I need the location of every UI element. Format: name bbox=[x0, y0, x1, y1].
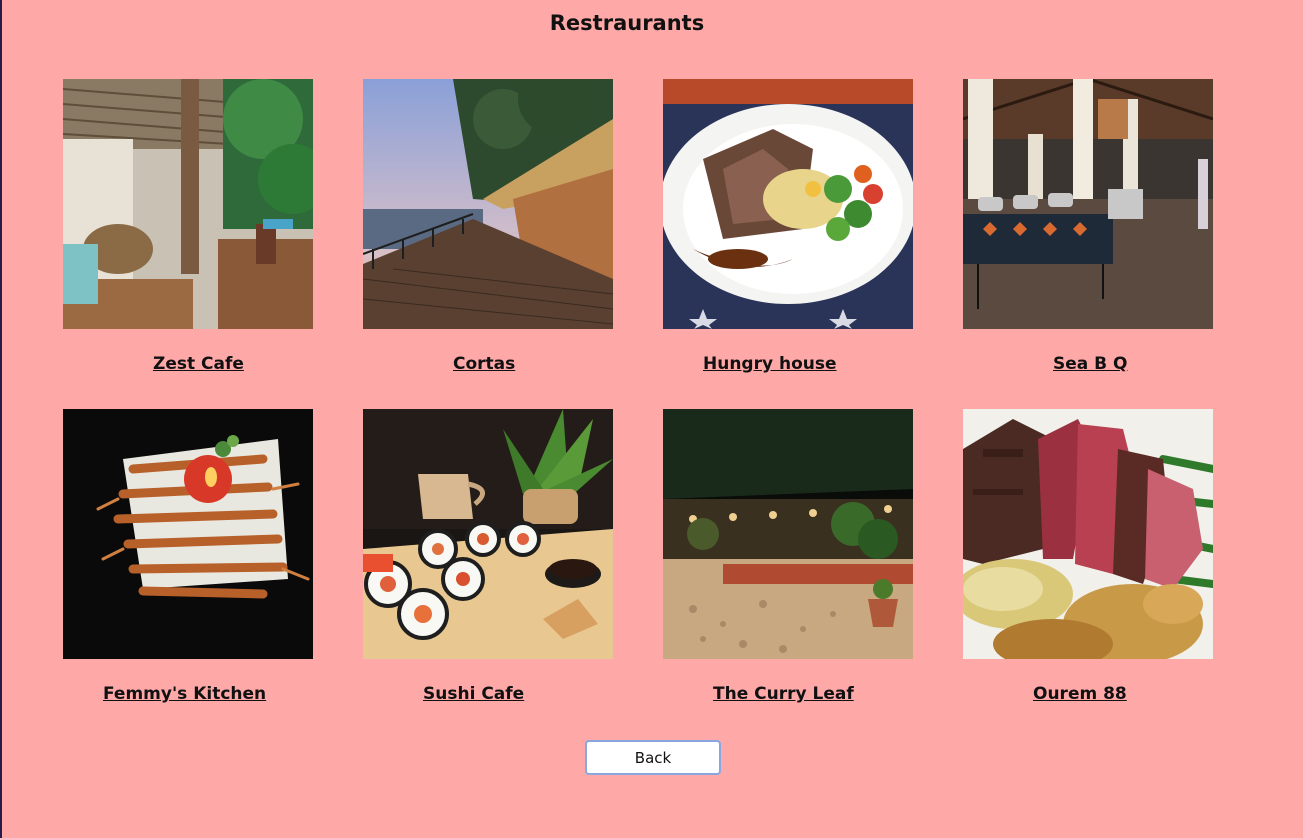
grilled-meat-plate-image bbox=[663, 79, 913, 329]
night-garden-restaurant-image bbox=[663, 409, 913, 659]
beach-deck-image bbox=[363, 79, 613, 329]
restaurant-image-sea-b-q[interactable] bbox=[963, 79, 1213, 329]
restaurant-image-zest-cafe[interactable] bbox=[63, 79, 313, 329]
sushi-platter-image bbox=[363, 409, 613, 659]
restaurant-image-the-curry-leaf[interactable] bbox=[663, 409, 913, 659]
restaurants-window: Restraurants Zest Cafe Cortas Hungry hou… bbox=[2, 0, 1303, 838]
cafe-interior-image bbox=[63, 79, 313, 329]
restaurant-image-femmys-kitchen[interactable] bbox=[63, 409, 313, 659]
restaurant-link-cortas[interactable]: Cortas bbox=[453, 354, 515, 374]
restaurant-link-the-curry-leaf[interactable]: The Curry Leaf bbox=[713, 684, 854, 704]
restaurant-image-hungry-house[interactable] bbox=[663, 79, 913, 329]
back-button[interactable]: Back bbox=[585, 740, 721, 775]
restaurant-link-zest-cafe[interactable]: Zest Cafe bbox=[153, 354, 244, 374]
buffet-hall-image bbox=[963, 79, 1213, 329]
restaurant-link-sea-b-q[interactable]: Sea B Q bbox=[1053, 354, 1128, 374]
restaurant-link-ourem-88[interactable]: Ourem 88 bbox=[1033, 684, 1127, 704]
restaurant-image-ourem-88[interactable] bbox=[963, 409, 1213, 659]
sliced-steak-image bbox=[963, 409, 1213, 659]
page-title: Restraurants bbox=[549, 11, 705, 35]
restaurant-link-femmys-kitchen[interactable]: Femmy's Kitchen bbox=[103, 684, 266, 704]
restaurant-link-hungry-house[interactable]: Hungry house bbox=[703, 354, 837, 374]
restaurant-image-cortas[interactable] bbox=[363, 79, 613, 329]
restaurant-link-sushi-cafe[interactable]: Sushi Cafe bbox=[423, 684, 524, 704]
restaurant-image-sushi-cafe[interactable] bbox=[363, 409, 613, 659]
grilled-prawns-image bbox=[63, 409, 313, 659]
